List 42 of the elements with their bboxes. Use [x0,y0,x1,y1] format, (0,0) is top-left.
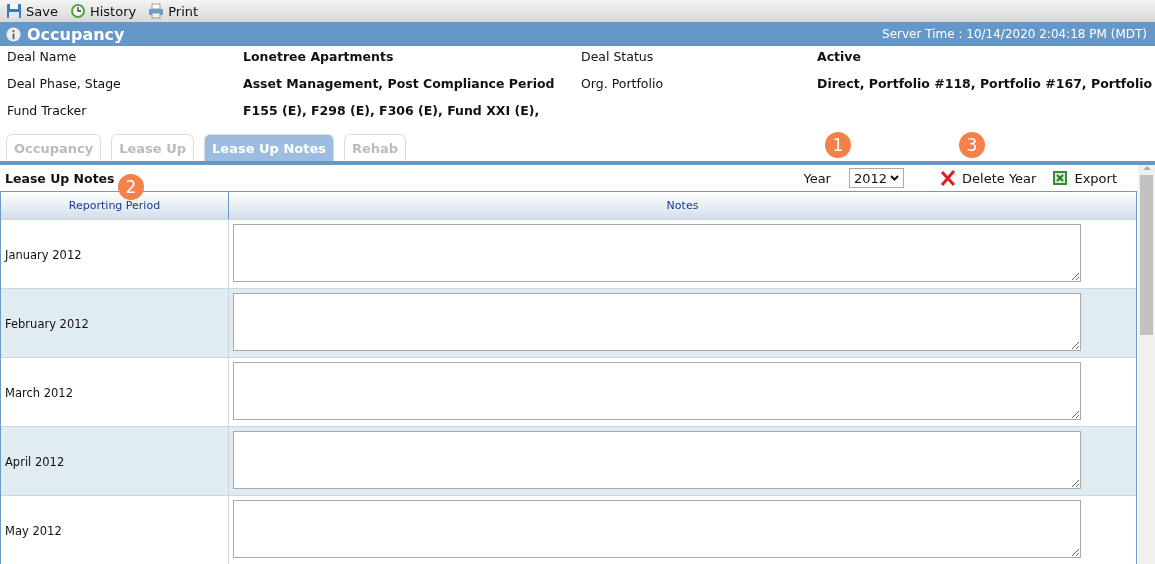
callout-badge: 3 [959,132,985,158]
info-value: F155 (E), F298 (E), F306 (E), Fund XXI (E), [243,103,541,118]
history-button[interactable]: History [69,3,137,19]
year-dropdown[interactable]: 2012 [848,168,905,188]
table-cell-text: May 2012 [4,522,63,540]
table-cell-text: March 2012 [4,384,74,402]
notes-field[interactable] [233,500,1081,558]
info-value: Lonetree Apartments [243,49,395,64]
table-cell-text: January 2012 [3,246,83,264]
notes-field[interactable] [233,431,1081,489]
notes-field[interactable] [233,362,1081,420]
info-value: Direct, Portfolio #118, Portfolio #167, Portfolio [817,76,1154,91]
spreadsheet-icon [1052,170,1069,186]
callout-badge: 1 [825,132,851,158]
cross-icon [940,170,957,186]
notes-field[interactable] [233,224,1081,282]
delete-button[interactable]: Delete Year [940,170,1037,186]
info-value: Active [817,49,862,64]
info-label: Org. Portfolio [581,76,665,91]
info-icon [6,26,21,42]
table-cell-text: February 2012 [4,315,90,333]
section-title: Lease Up Notes [5,170,115,186]
notes-field[interactable] [233,293,1081,351]
printer-icon [148,3,165,19]
print-button[interactable]: Print [148,3,199,19]
info-label: Fund Tracker [7,103,88,118]
info-label: Deal Status [581,49,655,64]
info-value: Asset Management, Post Compliance Period [243,76,556,91]
table-cell-text: April 2012 [4,453,66,471]
year-label: Year [803,170,831,186]
export-button[interactable]: Export [1052,170,1117,186]
chevron-down-icon [890,175,900,181]
info-label: Deal Phase, Stage [7,76,122,91]
clock-icon [69,3,86,19]
scroll-up-arrow-icon[interactable] [1142,165,1151,171]
page-title: Occupancy [27,24,125,44]
server-time: Server Time : 10/14/2020 2:04:18 PM (MDT) [882,27,1147,41]
column-header: Reporting Period [67,198,162,214]
info-label: Deal Name [7,49,78,64]
callout-badge: 2 [118,174,144,200]
save-button[interactable]: Save [6,3,58,19]
scrollbar[interactable] [1138,165,1155,564]
